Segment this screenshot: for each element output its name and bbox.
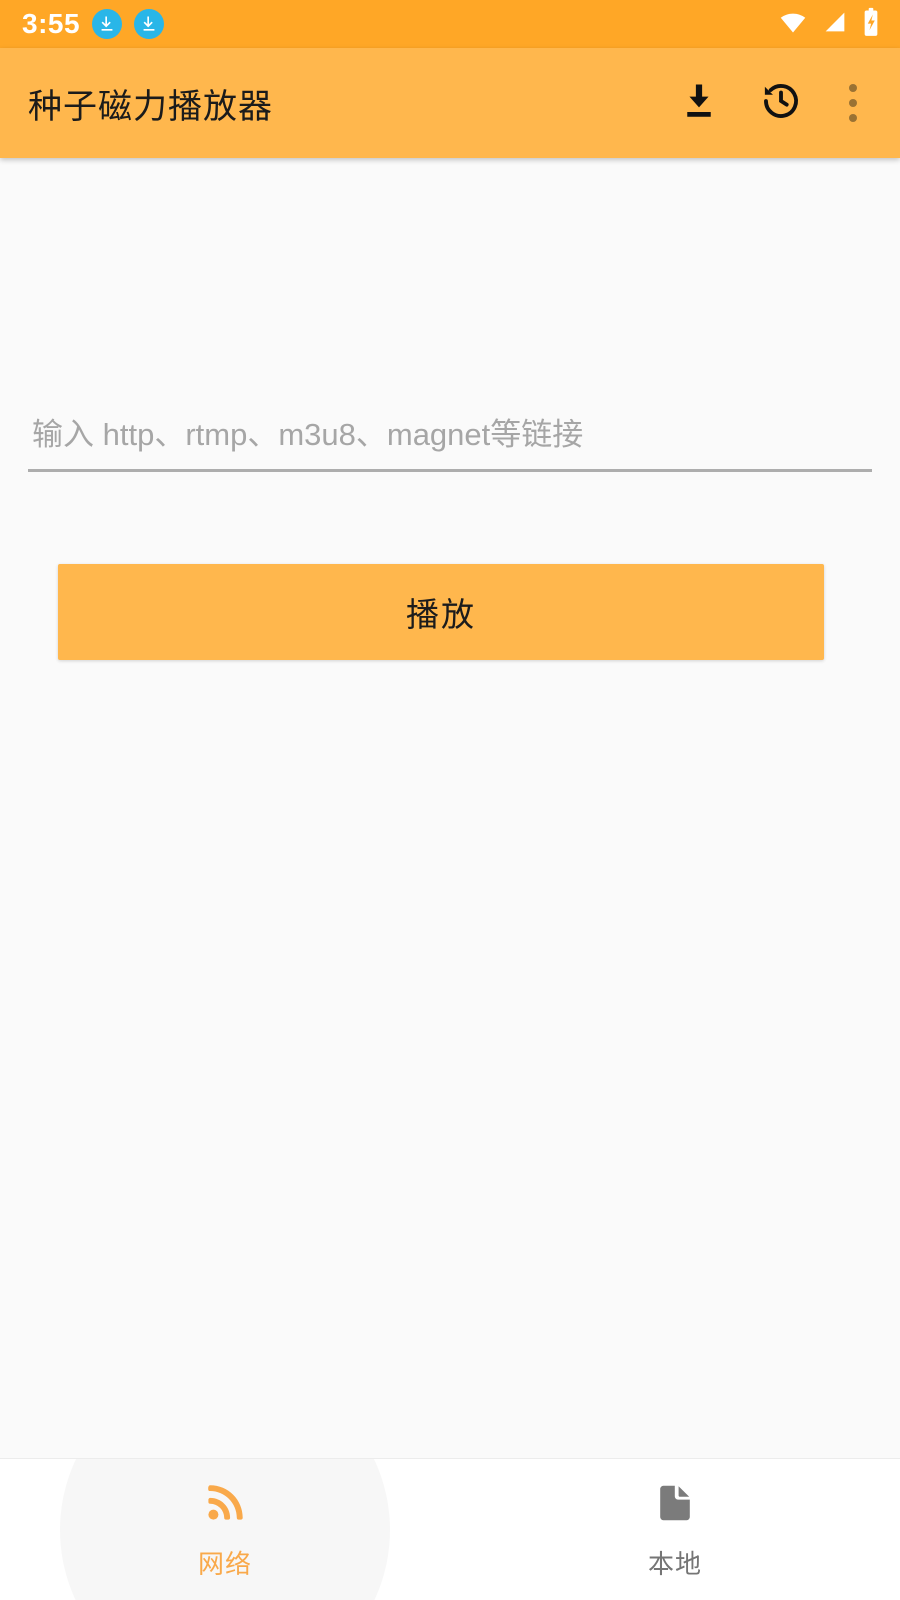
- wifi-icon: [776, 8, 810, 41]
- bottom-navigation: 网络 本地: [0, 1458, 900, 1600]
- status-bar-clock: 3:55: [22, 8, 81, 39]
- nav-label-local: 本地: [647, 1548, 702, 1579]
- history-icon: [759, 79, 803, 128]
- download-notification-icon: [92, 9, 123, 39]
- download-icon: [677, 79, 721, 128]
- main-content: 播放: [0, 158, 900, 1458]
- overflow-menu-icon-dot3: [849, 114, 857, 122]
- nav-item-network[interactable]: 网络: [0, 1459, 450, 1600]
- nav-label-network: 网络: [197, 1548, 252, 1579]
- status-bar: 3:55: [0, 0, 900, 48]
- file-document-icon: [651, 1479, 699, 1532]
- overflow-menu-icon: [849, 84, 857, 92]
- cellular-signal-icon: [820, 8, 850, 41]
- nav-item-local[interactable]: 本地: [450, 1459, 900, 1600]
- page-title: 种子磁力播放器: [28, 87, 273, 126]
- app-bar: 种子磁力播放器: [0, 48, 900, 158]
- url-input[interactable]: [28, 410, 872, 472]
- history-button[interactable]: [740, 62, 822, 144]
- battery-charging-icon: [860, 7, 882, 42]
- overflow-menu-button[interactable]: [822, 62, 884, 144]
- status-bar-right: [776, 7, 882, 42]
- download-button[interactable]: [658, 62, 740, 144]
- rss-icon: [201, 1479, 249, 1532]
- play-button[interactable]: 播放: [58, 564, 824, 660]
- app-bar-actions: [658, 62, 884, 144]
- download-notification-icon-2: [134, 9, 165, 39]
- status-bar-left: 3:55: [22, 8, 165, 39]
- overflow-menu-icon-dot2: [849, 99, 857, 107]
